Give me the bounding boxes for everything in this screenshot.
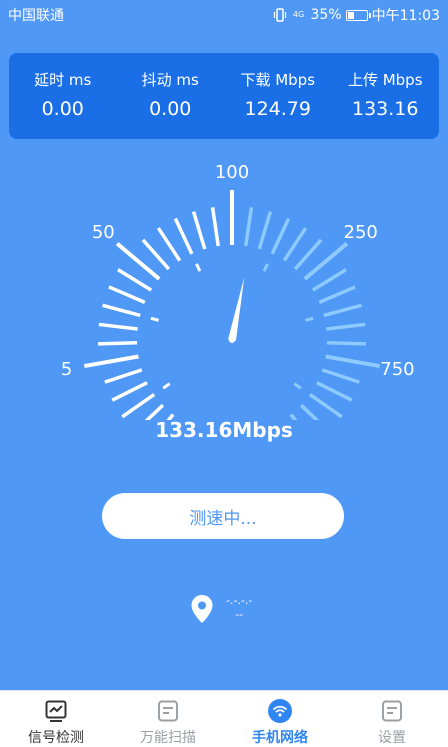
stat-value: 0.00 [149,98,192,120]
gauge-tick [316,381,353,402]
upload-stat: 上传 Mbps 133.16 [332,53,440,139]
gauge-tick [210,207,220,247]
tab-universal-scan[interactable]: 万能扫描 [112,691,224,747]
scan-icon [158,700,178,722]
stats-card: 延时 ms 0.00 抖动 ms 0.00 下载 Mbps 124.79 上传 … [9,53,439,139]
gauge-tick [98,322,138,331]
tab-mobile-network[interactable]: 手机网络 [224,691,336,747]
speed-readout: 133.16Mbps [155,418,293,442]
gauge-tick [191,211,207,250]
gauge-tick [270,217,291,255]
stat-label: 上传 Mbps [347,71,423,89]
status-bar: 中国联通 4G 35% 中午11:03 [0,0,448,28]
gauge-scale-label: 50 [92,222,115,243]
gauge-tick [83,354,139,369]
settings-icon [382,700,402,722]
gauge-scale-label: 100 [215,162,249,183]
download-stat: 下载 Mbps 124.79 [224,53,332,139]
wifi-icon [268,699,292,723]
tab-signal-test[interactable]: 信号检测 [0,691,112,747]
location-line1: -.-.-.- [226,594,253,607]
needle-hub [229,337,235,343]
tab-label: 信号检测 [28,730,84,746]
stat-label: 下载 Mbps [240,71,316,89]
gauge-ticks [83,190,381,420]
gauge-tick [244,207,254,247]
gauge-minor-tick [305,316,314,322]
tab-settings[interactable]: 设置 [336,691,448,747]
gauge-minor-tick [293,382,302,390]
gauge-scale-label: 750 [380,359,414,380]
stat-value: 124.79 [244,98,311,120]
gauge-minor-tick [195,263,202,272]
stat-label: 抖动 ms [141,71,199,89]
gauge-tick [326,322,366,331]
tab-label: 设置 [378,730,406,746]
stat-label: 延时 ms [34,71,92,89]
gauge-tick [318,285,356,304]
gauge-tick [121,393,156,419]
location-line2: -- [235,608,244,621]
network-icon: 4G [292,10,305,19]
gauge-tick [156,227,182,262]
tab-label: 万能扫描 [140,730,196,746]
tab-label: 手机网络 [252,730,308,746]
battery-icon [345,9,371,21]
gauge-minor-tick [150,316,159,322]
status-icons: 4G 35% 中午11:03 [273,5,440,25]
gauge-tick [257,211,273,250]
gauge-tick [311,268,347,292]
gauge-minor-tick [262,263,269,272]
vibrate-icon [273,8,286,22]
gauge-tick [325,354,381,369]
location-info: -.-.-.- -- [190,594,252,624]
gauge-tick [308,393,343,419]
location-text: -.-.-.- -- [226,594,252,622]
latency-stat: 延时 ms 0.00 [9,53,117,139]
stat-value: 0.00 [41,98,84,120]
gauge-tick [111,381,148,402]
gauge-tick [104,368,143,384]
gauge-tick [108,285,146,304]
gauge-tick [282,227,308,262]
stat-value: 133.16 [352,98,419,120]
gauge-scale-label: 250 [344,222,378,243]
gauge-labels: 05501002507501000 [61,162,415,380]
gauge-scale-label: 5 [61,359,72,380]
gauge-tick [321,368,360,384]
gauge-tick [173,217,194,255]
battery-percent: 35% [310,7,342,23]
gauge-tick [98,341,138,346]
location-pin-icon [191,595,213,623]
chart-icon [45,700,67,722]
gauge-minor-tick [162,382,171,390]
jitter-stat: 抖动 ms 0.00 [117,53,225,139]
gauge-tick [323,303,362,318]
speed-gauge: 05501002507501000 [61,162,415,420]
gauge-needle [228,277,245,341]
clock: 中午11:03 [371,8,440,24]
gauge-tick [326,341,366,346]
speed-test-button[interactable]: 测速中... [102,493,344,539]
bottom-tab-bar: 信号检测 万能扫描 手机网络 设置 [0,690,448,747]
gauge-tick [293,238,323,271]
gauge-tick [117,268,153,292]
gauge-tick [141,238,171,271]
battery-fill [347,11,354,19]
carrier-name: 中国联通 [8,8,64,24]
gauge-tick [102,303,141,318]
